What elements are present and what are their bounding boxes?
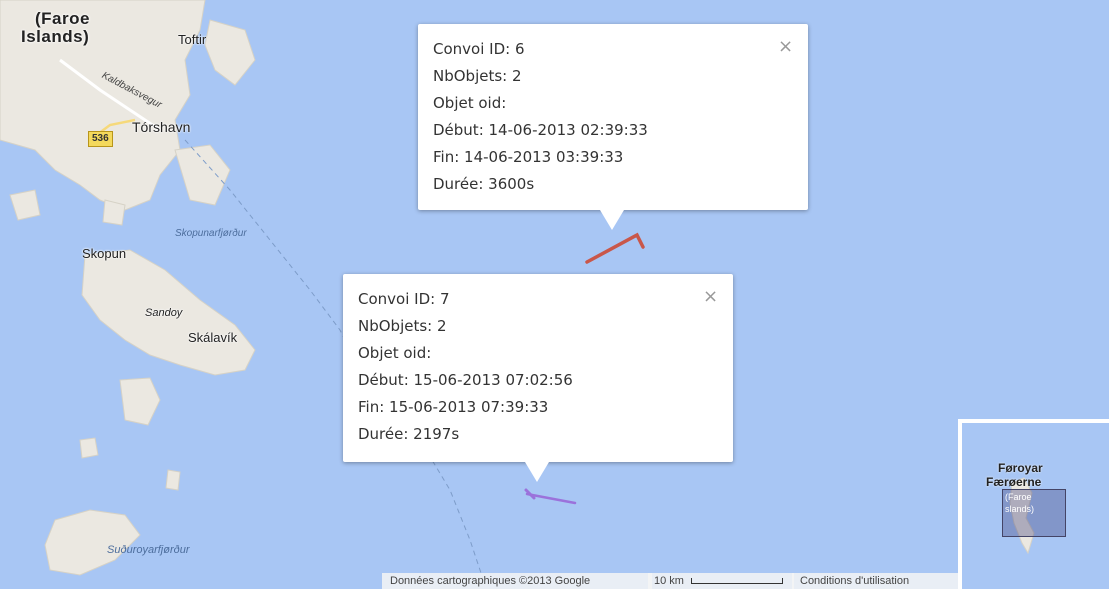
info-window-pointer bbox=[600, 210, 624, 230]
label-suduroyarfjordur: Suðuroyarfjørður bbox=[107, 544, 190, 556]
overview-label-islands: slands) bbox=[1005, 504, 1035, 514]
island-dimun bbox=[79, 437, 99, 459]
label-toftir: Toftir bbox=[178, 32, 207, 47]
info-line: Durée: 3600s bbox=[433, 175, 535, 193]
label-skopunarfjordur: Skopunarfjørður bbox=[175, 228, 247, 239]
overview-label-foroyar: Føroyar bbox=[998, 461, 1043, 475]
close-icon[interactable]: × bbox=[703, 288, 718, 306]
island-skuvoy bbox=[119, 377, 161, 426]
info-window-convoy-7: × Convoi ID: 7 NbObjets: 2 Objet oid: Dé… bbox=[343, 274, 733, 482]
label-skalavik: Skálavík bbox=[188, 330, 238, 345]
info-window-pointer bbox=[525, 462, 549, 482]
terms-text[interactable]: Conditions d'utilisation bbox=[800, 575, 909, 587]
info-line: Convoi ID: 7 bbox=[358, 290, 450, 308]
info-line: Durée: 2197s bbox=[358, 425, 460, 443]
info-window-content: Convoi ID: 6 NbObjets: 2 Objet oid: Débu… bbox=[418, 24, 808, 198]
info-line: Début: 15-06-2013 07:02:56 bbox=[358, 371, 573, 389]
route-shield-536: 536 bbox=[88, 131, 113, 147]
attribution-text: Données cartographiques ©2013 Google bbox=[390, 575, 591, 587]
info-line: Convoi ID: 6 bbox=[433, 40, 525, 58]
scale-line bbox=[691, 578, 784, 585]
scale-bar[interactable]: 10 km bbox=[648, 573, 794, 589]
label-skopun: Skopun bbox=[82, 246, 127, 261]
label-faroe-line2: Islands) bbox=[21, 27, 90, 46]
island-nolsoy bbox=[204, 19, 256, 86]
label-faroe-islands: (Faroe Islands) bbox=[21, 10, 90, 46]
label-sandoy: Sandoy bbox=[145, 307, 183, 319]
info-line: NbObjets: 2 bbox=[433, 67, 522, 85]
label-faroe-line1: (Faroe bbox=[35, 9, 90, 28]
info-line: Objet oid: bbox=[433, 94, 507, 112]
info-line: Fin: 14-06-2013 03:39:33 bbox=[433, 148, 624, 166]
info-line: NbObjets: 2 bbox=[358, 317, 447, 335]
island-east bbox=[174, 144, 231, 206]
info-window-convoy-6: × Convoi ID: 6 NbObjets: 2 Objet oid: Dé… bbox=[418, 24, 808, 230]
overview-viewport[interactable]: (Faroe slands) bbox=[1002, 489, 1066, 537]
map-attribution: Données cartographiques ©2013 Google bbox=[382, 573, 652, 589]
info-line: Fin: 15-06-2013 07:39:33 bbox=[358, 398, 549, 416]
info-window-content: Convoi ID: 7 NbObjets: 2 Objet oid: Débu… bbox=[343, 274, 733, 448]
island-small-2 bbox=[102, 199, 126, 226]
island-small-1 bbox=[9, 189, 41, 221]
overview-label-faeroerne: Færøerne bbox=[986, 475, 1042, 489]
island-tiny bbox=[165, 469, 181, 491]
close-icon[interactable]: × bbox=[778, 38, 793, 56]
overview-map[interactable]: Føroyar Færøerne (Faroe slands) bbox=[958, 419, 1109, 589]
terms-link[interactable]: Conditions d'utilisation bbox=[792, 573, 964, 589]
convoy-6-track bbox=[585, 232, 645, 264]
label-torshavn: Tórshavn bbox=[132, 119, 191, 135]
scale-label: 10 km bbox=[654, 575, 684, 587]
info-line: Début: 14-06-2013 02:39:33 bbox=[433, 121, 648, 139]
island-suduroy bbox=[44, 509, 141, 576]
info-line: Objet oid: bbox=[358, 344, 432, 362]
overview-label-faroe: (Faroe bbox=[1005, 492, 1032, 502]
